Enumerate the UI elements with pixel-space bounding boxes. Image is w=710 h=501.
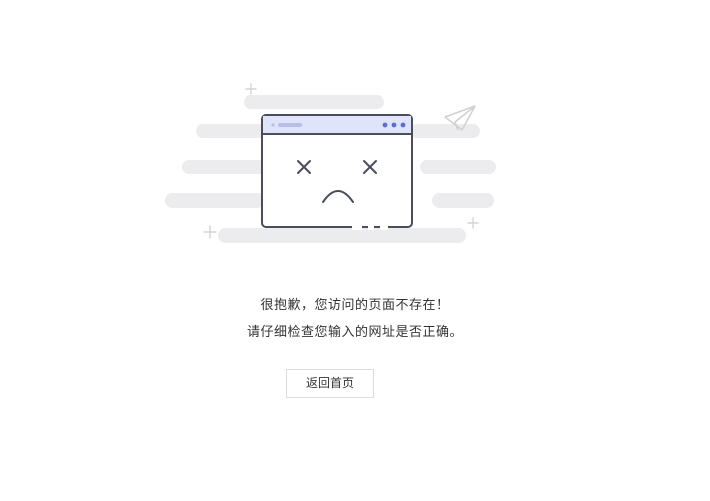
error-illustration [165,83,496,243]
error-message-line-2: 请仔细检查您输入的网址是否正确。 [246,325,463,340]
error-message-line-1: 很抱歉，您访问的页面不存在！ [260,298,450,313]
error-404-page: 很抱歉，您访问的页面不存在！ 请仔细检查您输入的网址是否正确。 返回首页 [0,0,710,501]
broken-browser-window-icon [261,114,413,230]
back-to-home-button[interactable]: 返回首页 [286,369,374,398]
